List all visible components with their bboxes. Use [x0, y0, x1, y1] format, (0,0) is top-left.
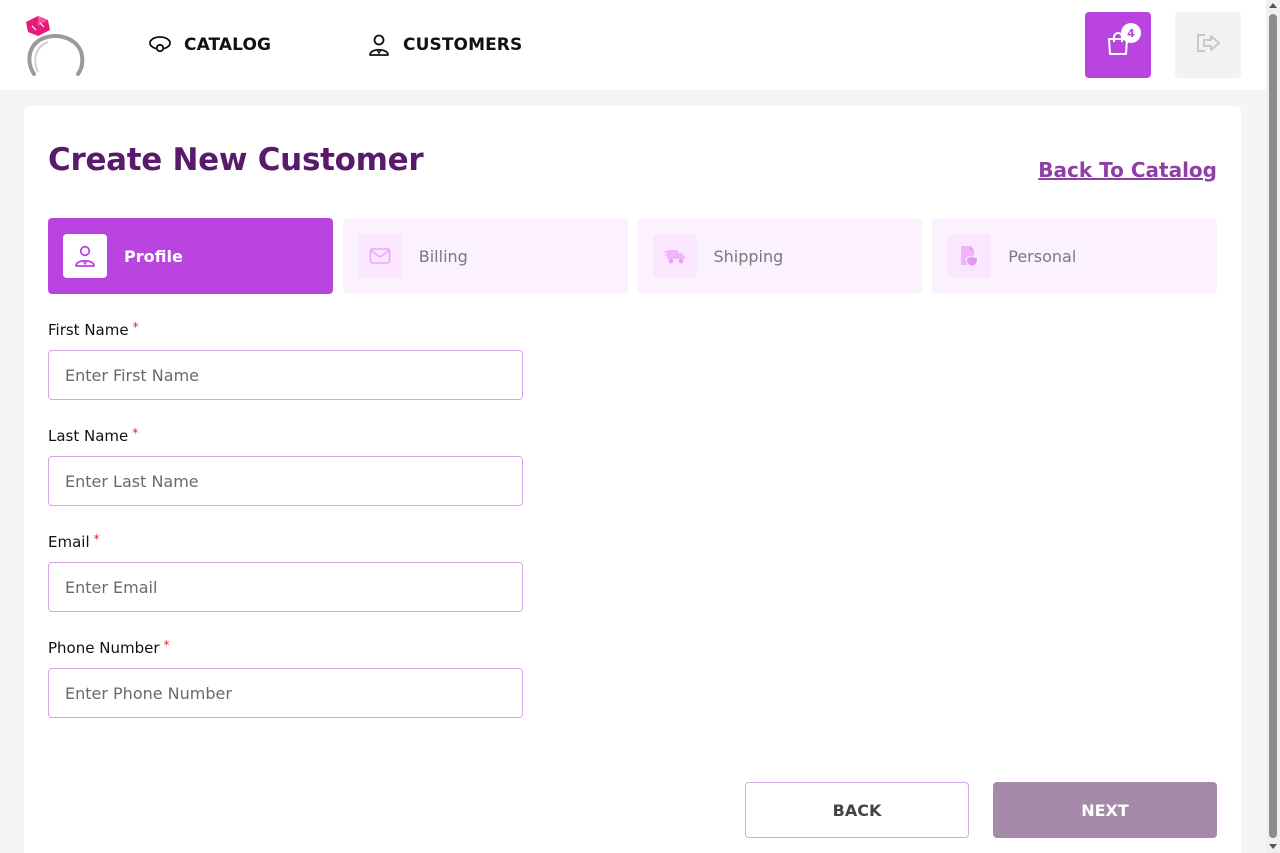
profile-icon	[63, 234, 107, 278]
required-mark: *	[163, 638, 170, 652]
step-billing[interactable]: Billing	[342, 218, 628, 294]
logout-icon	[1195, 32, 1221, 58]
required-mark: *	[132, 320, 139, 334]
document-shield-icon	[947, 234, 992, 278]
step-profile[interactable]: Profile	[48, 218, 333, 294]
first-name-field: First Name *	[48, 320, 523, 400]
vertical-scrollbar[interactable]	[1266, 0, 1280, 853]
first-name-input[interactable]	[48, 350, 523, 400]
top-navigation-bar: CATALOG CUSTOMERS 4	[0, 0, 1266, 90]
logout-button[interactable]	[1175, 12, 1241, 78]
step-personal[interactable]: Personal	[932, 218, 1217, 294]
phone-number-label-text: Phone Number	[48, 639, 160, 657]
email-input[interactable]	[48, 562, 523, 612]
step-shipping-label: Shipping	[713, 246, 784, 266]
scroll-up-arrow-icon[interactable]	[1269, 3, 1277, 8]
required-mark: *	[93, 532, 100, 546]
step-shipping[interactable]: Shipping	[637, 218, 923, 294]
email-field: Email *	[48, 532, 523, 612]
ring-logo-icon[interactable]	[24, 14, 86, 78]
scrollbar-thumb[interactable]	[1269, 14, 1277, 838]
back-to-catalog-link[interactable]: Back To Catalog	[1038, 158, 1217, 182]
back-button[interactable]: BACK	[745, 782, 969, 838]
truck-icon	[652, 234, 697, 278]
envelope-icon	[357, 234, 402, 278]
step-billing-label: Billing	[418, 246, 468, 266]
step-profile-label: Profile	[124, 246, 183, 266]
cart-button[interactable]: 4	[1085, 12, 1151, 78]
last-name-field: Last Name *	[48, 426, 523, 506]
next-button[interactable]: NEXT	[993, 782, 1217, 838]
required-mark: *	[132, 426, 139, 440]
first-name-label: First Name *	[48, 320, 139, 339]
wizard-steps: Profile Billing Shipping Personal	[48, 218, 1217, 294]
nav-catalog-label: CATALOG	[184, 35, 272, 55]
last-name-input[interactable]	[48, 456, 523, 506]
create-customer-card: Create New Customer Back To Catalog Prof…	[24, 106, 1241, 853]
cart-count-badge: 4	[1121, 23, 1141, 43]
nav-customers[interactable]: CUSTOMERS	[367, 32, 522, 58]
user-icon	[367, 33, 391, 57]
email-label-text: Email	[48, 533, 90, 551]
phone-number-label: Phone Number *	[48, 638, 170, 657]
page-title: Create New Customer	[48, 142, 424, 178]
phone-number-field: Phone Number *	[48, 638, 523, 718]
last-name-label: Last Name *	[48, 426, 139, 445]
phone-number-input[interactable]	[48, 668, 523, 718]
email-label: Email *	[48, 532, 100, 551]
nav-catalog[interactable]: CATALOG	[148, 32, 271, 58]
last-name-label-text: Last Name	[48, 427, 129, 445]
scroll-down-arrow-icon[interactable]	[1269, 844, 1277, 849]
nav-customers-label: CUSTOMERS	[403, 35, 523, 55]
first-name-label-text: First Name	[48, 321, 129, 339]
step-personal-label: Personal	[1008, 246, 1077, 266]
ring-icon	[148, 33, 172, 57]
